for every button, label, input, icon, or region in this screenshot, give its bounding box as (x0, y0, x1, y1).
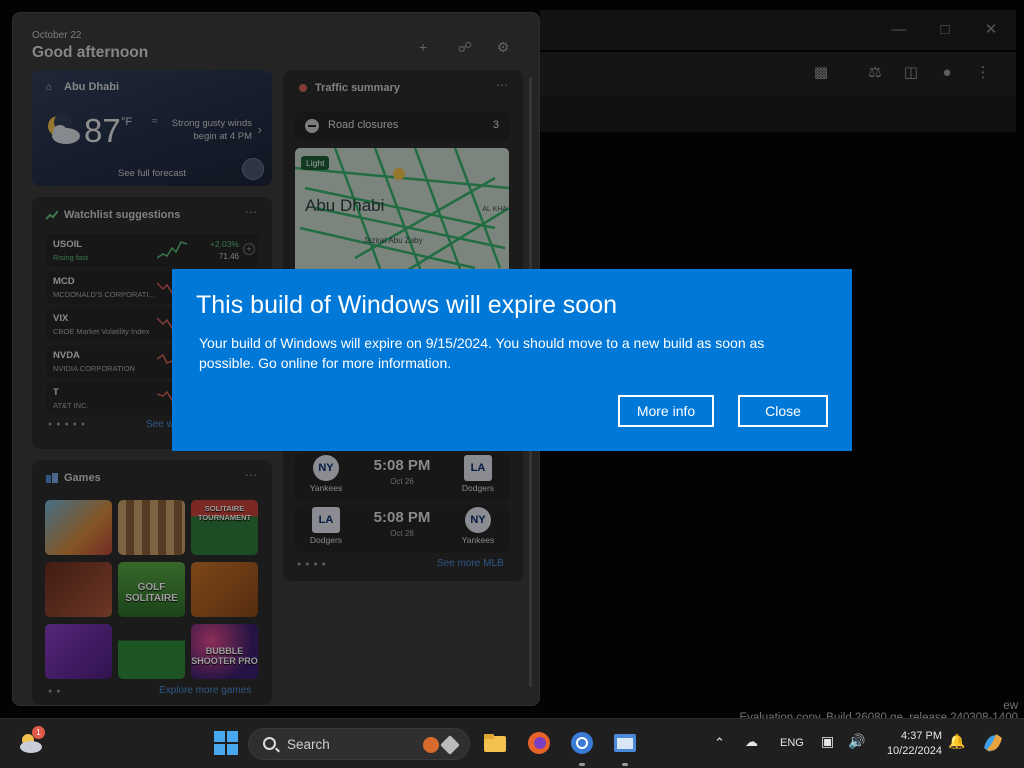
chrome-button[interactable] (569, 730, 595, 756)
language-indicator[interactable]: ENG (780, 737, 804, 749)
folder-icon (484, 734, 506, 752)
search-icon (263, 737, 276, 750)
clock-time: 4:37 PM (901, 730, 942, 742)
network-icon[interactable]: ☁ (745, 734, 758, 750)
dialog-message: Your build of Windows will expire on 9/1… (199, 335, 765, 371)
running-indicator (622, 763, 628, 766)
build-expiry-dialog: This build of Windows will expire soon Y… (172, 269, 852, 451)
notification-badge: 1 (32, 726, 45, 739)
running-indicator (579, 763, 585, 766)
copilot-icon (984, 734, 1002, 752)
volume-icon[interactable]: 🔊 (848, 733, 865, 750)
file-explorer-button[interactable] (482, 730, 508, 756)
pen-icon (440, 735, 460, 755)
start-button[interactable] (213, 730, 239, 756)
more-info-button[interactable]: More info (618, 395, 714, 427)
search-highlight-icon (423, 737, 439, 753)
clock-date: 10/22/2024 (886, 745, 942, 757)
copilot-button[interactable] (980, 730, 1006, 756)
chrome-icon (571, 732, 593, 754)
dialog-title: This build of Windows will expire soon (196, 291, 618, 319)
taskbar-clock[interactable]: 4:37 PM 10/22/2024 (887, 729, 942, 759)
display-icon[interactable]: ▣ (821, 733, 834, 750)
firefox-icon (528, 732, 550, 754)
notifications-bell-icon[interactable]: 🔔 (948, 733, 965, 750)
windows-logo-icon (214, 731, 238, 755)
firefox-button[interactable] (526, 730, 552, 756)
taskbar-search-box[interactable]: Search (248, 728, 470, 760)
widgets-button[interactable]: 1 (18, 726, 45, 756)
chevron-up-icon[interactable]: ⌃ (714, 735, 725, 751)
app-window-button[interactable] (612, 730, 638, 756)
search-placeholder: Search (287, 737, 330, 752)
close-button[interactable]: Close (738, 395, 828, 427)
taskbar: 1 Search ⌃ ☁ ENG ▣ 🔊 4:37 PM 10/22/2024 … (0, 718, 1024, 768)
window-app-icon (614, 734, 636, 752)
